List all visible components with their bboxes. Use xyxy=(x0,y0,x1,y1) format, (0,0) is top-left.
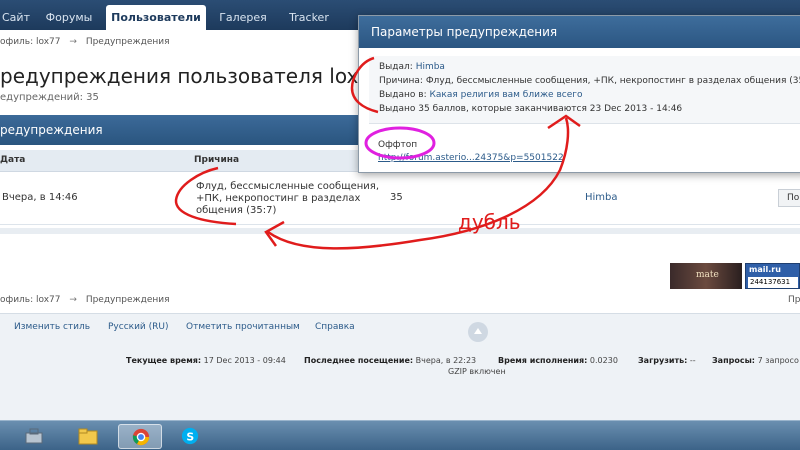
section-header: редупреждения xyxy=(0,115,370,145)
stat-exec-time: Время исполнения: 0.0230 xyxy=(498,356,618,365)
popup-info-box: Выдал: Himba Причина: Флуд, бессмысленны… xyxy=(369,56,800,124)
mailru-logo-text: mail.ru xyxy=(749,265,781,274)
stat-last-visit: Последнее посещение: Вчера, в 22:23 xyxy=(304,356,477,365)
taskbar-toolbox[interactable] xyxy=(12,424,56,449)
table-footer-strip xyxy=(0,228,800,234)
os-taskbar: S xyxy=(0,420,800,450)
tab-tracker[interactable]: Tracker xyxy=(280,5,338,30)
popup-issuer-link[interactable]: Himba xyxy=(416,62,445,72)
table-row: Вчера, в 14:46 Флуд, бессмысленные сообщ… xyxy=(0,173,800,225)
counter-value: 244137631 xyxy=(748,277,798,288)
chrome-icon xyxy=(132,428,150,446)
tab-site[interactable]: Сайт xyxy=(0,5,32,30)
gzip-status: GZIP включен xyxy=(448,367,506,376)
tab-gallery[interactable]: Галерея xyxy=(212,5,274,30)
svg-text:S: S xyxy=(186,431,194,444)
taskbar-chrome[interactable] xyxy=(118,424,162,449)
footer-change-style[interactable]: Изменить стиль xyxy=(14,322,90,332)
mate-banner-text: mate xyxy=(696,270,719,280)
breadcrumb-bottom-arrow: → xyxy=(69,295,77,305)
footer-help[interactable]: Справка xyxy=(315,322,355,332)
annotation-arrowhead-left xyxy=(264,220,285,247)
popup-points-line: Выдано 35 баллов, которые заканчиваются … xyxy=(379,104,683,114)
taskbar-skype[interactable]: S xyxy=(168,424,212,449)
warnings-count: едупреждений: 35 xyxy=(0,92,99,103)
popup-offtop-link[interactable]: http://forum.asterio...24375&p=5501522 xyxy=(378,153,564,163)
row-date: Вчера, в 14:46 xyxy=(2,192,78,203)
footer-language[interactable]: Русский (RU) xyxy=(108,322,169,332)
popup-issued-in: Выдано в: Какая религия вам ближе всего xyxy=(379,90,583,100)
popup-topic-link[interactable]: Какая религия вам ближе всего xyxy=(429,90,582,100)
breadcrumb-bottom-warnings[interactable]: Предупреждения xyxy=(86,295,170,305)
folder-icon xyxy=(78,428,98,445)
row-reason: Флуд, бессмысленные сообщения, +ПК, некр… xyxy=(196,181,379,216)
popup-issued-by: Выдал: Himba xyxy=(379,62,445,72)
tab-users[interactable]: Пользователи xyxy=(106,5,206,30)
row-points: 35 xyxy=(390,192,403,203)
breadcrumb-bottom: офиль: lox77 → Предупреждения xyxy=(0,295,170,305)
breadcrumb-bottom-profile[interactable]: офиль: lox77 xyxy=(0,295,61,305)
popup-reason: Причина: Флуд, бессмысленные сообщения, … xyxy=(379,76,800,86)
breadcrumb-arrow: → xyxy=(69,37,77,47)
annotation-duplicate-label: дубль xyxy=(458,210,521,234)
row-issuer-link[interactable]: Himba xyxy=(585,192,618,203)
mailru-counter[interactable]: mail.ru 244137631 xyxy=(745,263,800,289)
mate-banner[interactable]: mate xyxy=(670,263,742,289)
breadcrumb-warnings[interactable]: Предупреждения xyxy=(86,37,170,47)
col-reason[interactable]: Причина xyxy=(194,155,239,165)
stat-queries: Запросы: 7 запросо xyxy=(712,356,799,365)
breadcrumb-bottom-right[interactable]: Пр xyxy=(788,295,800,305)
breadcrumb: офиль: lox77 → Предупреждения xyxy=(0,37,170,47)
warning-details-popup: Параметры предупреждения Выдал: Himba Пр… xyxy=(358,15,800,173)
skype-icon: S xyxy=(181,427,199,445)
popup-offtop-label: Оффтоп xyxy=(378,140,418,150)
tab-forums[interactable]: Форумы xyxy=(38,5,100,30)
breadcrumb-profile[interactable]: офиль: lox77 xyxy=(0,37,61,47)
row-action-button[interactable]: По xyxy=(778,189,800,207)
toolbox-icon xyxy=(25,428,43,444)
stat-load: Загрузить: -- xyxy=(638,356,696,365)
popup-title[interactable]: Параметры предупреждения xyxy=(359,16,800,48)
page-title: редупреждения пользователя lox77 xyxy=(0,64,384,88)
scroll-top-icon[interactable] xyxy=(468,322,488,342)
col-date[interactable]: Дата xyxy=(0,155,25,165)
taskbar-explorer[interactable] xyxy=(66,424,110,449)
footer: Изменить стиль Русский (RU) Отметить про… xyxy=(0,313,800,420)
footer-mark-read[interactable]: Отметить прочитанным xyxy=(186,322,300,332)
stat-current-time: Текущее время: 17 Dec 2013 - 09:44 xyxy=(126,356,286,365)
